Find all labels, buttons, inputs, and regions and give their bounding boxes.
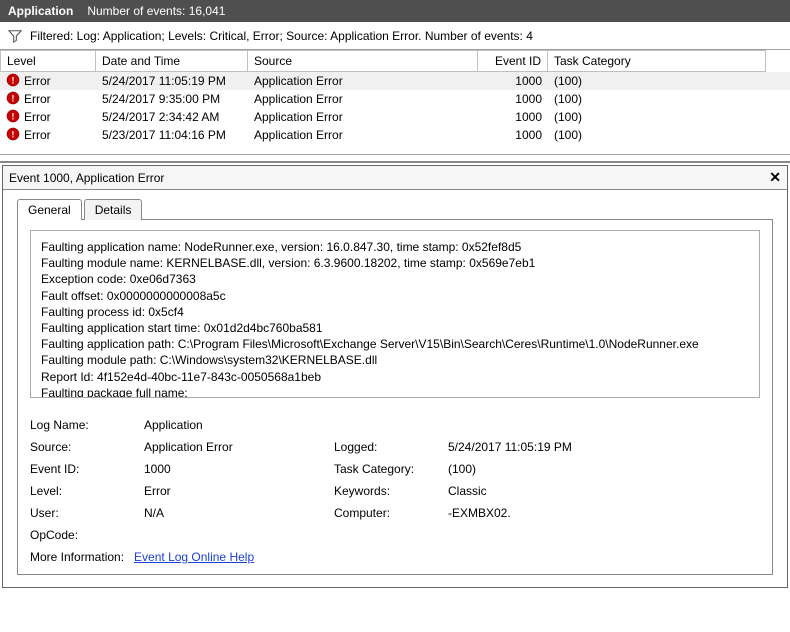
report-line: Faulting application path: C:\Program Fi… [41,336,749,352]
cell-category: (100) [548,108,766,126]
cell-level: Error [24,92,51,106]
error-icon: ! [6,127,24,144]
cell-eventid: 1000 [478,108,548,126]
label-logged: Logged: [334,440,444,454]
cell-eventid: 1000 [478,90,548,108]
tab-general[interactable]: General [17,199,82,220]
value-keywords: Classic [448,484,760,498]
report-line: Report Id: 4f152e4d-40bc-11e7-843c-00505… [41,369,749,385]
label-eventid: Event ID: [30,462,140,476]
cell-category: (100) [548,72,766,90]
value-taskcategory: (100) [448,462,760,476]
filter-text: Filtered: Log: Application; Levels: Crit… [30,29,533,43]
label-keywords: Keywords: [334,484,444,498]
splitter[interactable] [0,155,790,163]
cell-datetime: 5/24/2017 2:34:42 AM [96,108,248,126]
error-icon: ! [6,91,24,108]
grid-header: Level Date and Time Source Event ID Task… [0,50,790,72]
report-line: Faulting module name: KERNELBASE.dll, ve… [41,255,749,271]
svg-text:!: ! [12,75,15,85]
column-header-category[interactable]: Task Category [548,50,766,72]
detail-tabs: General Details [3,190,787,219]
value-eventid: 1000 [144,462,330,476]
cell-source: Application Error [248,126,478,144]
report-line: Fault offset: 0x0000000000008a5c [41,288,749,304]
value-log-name: Application [144,418,330,432]
table-row[interactable]: ! Error 5/23/2017 11:04:16 PMApplication E… [0,126,790,144]
cell-level: Error [24,110,51,124]
event-description: Faulting application name: NodeRunner.ex… [30,230,760,398]
label-level: Level: [30,484,140,498]
label-log-name: Log Name: [30,418,140,432]
tab-details[interactable]: Details [84,199,143,220]
svg-text:!: ! [12,129,15,139]
value-level: Error [144,484,330,498]
report-line: Faulting application name: NodeRunner.ex… [41,239,749,255]
label-taskcategory: Task Category: [334,462,444,476]
label-user: User: [30,506,140,520]
cell-level: Error [24,74,51,88]
filter-bar[interactable]: Filtered: Log: Application; Levels: Crit… [0,22,790,50]
table-row[interactable]: ! Error 5/24/2017 11:05:19 PMApplication E… [0,72,790,90]
link-event-log-online-help[interactable]: Event Log Online Help [134,550,254,564]
value-source: Application Error [144,440,330,454]
cell-source: Application Error [248,90,478,108]
close-icon[interactable]: ✕ [769,169,781,186]
column-header-level[interactable]: Level [0,50,96,72]
value-logged: 5/24/2017 11:05:19 PM [448,440,760,454]
error-icon: ! [6,109,24,126]
report-line: Exception code: 0xe06d7363 [41,271,749,287]
log-name: Application [8,0,73,22]
svg-text:!: ! [12,111,15,121]
detail-header: Event 1000, Application Error ✕ [3,166,787,190]
svg-text:!: ! [12,93,15,103]
column-header-eventid[interactable]: Event ID [478,50,548,72]
event-detail-panel: Event 1000, Application Error ✕ General … [2,165,788,588]
report-line: Faulting module path: C:\Windows\system3… [41,352,749,368]
report-line: Faulting package full name: [41,385,749,398]
table-row[interactable]: ! Error 5/24/2017 9:35:00 PMApplication Er… [0,90,790,108]
label-opcode: OpCode: [30,528,140,542]
report-line: Faulting process id: 0x5cf4 [41,304,749,320]
cell-category: (100) [548,126,766,144]
tab-general-body: Faulting application name: NodeRunner.ex… [17,219,773,575]
column-header-source[interactable]: Source [248,50,478,72]
event-properties: Log Name: Application Source: Applicatio… [30,418,760,542]
cell-category: (100) [548,90,766,108]
cell-source: Application Error [248,108,478,126]
events-grid: Level Date and Time Source Event ID Task… [0,50,790,155]
column-header-datetime[interactable]: Date and Time [96,50,248,72]
error-icon: ! [6,73,24,90]
table-row[interactable]: ! Error 5/24/2017 2:34:42 AMApplication Er… [0,108,790,126]
cell-source: Application Error [248,72,478,90]
detail-title: Event 1000, Application Error [9,171,164,185]
panel-titlebar: Application Number of events: 16,041 [0,0,790,22]
cell-level: Error [24,128,51,142]
cell-datetime: 5/23/2017 11:04:16 PM [96,126,248,144]
cell-eventid: 1000 [478,126,548,144]
filter-icon [8,29,22,43]
label-computer: Computer: [334,506,444,520]
cell-datetime: 5/24/2017 9:35:00 PM [96,90,248,108]
event-count: Number of events: 16,041 [87,0,225,22]
cell-datetime: 5/24/2017 11:05:19 PM [96,72,248,90]
value-user: N/A [144,506,330,520]
value-computer: -EXMBX02. [448,506,760,520]
report-line: Faulting application start time: 0x01d2d… [41,320,749,336]
label-source: Source: [30,440,140,454]
cell-eventid: 1000 [478,72,548,90]
label-more-information: More Information: [30,550,124,564]
